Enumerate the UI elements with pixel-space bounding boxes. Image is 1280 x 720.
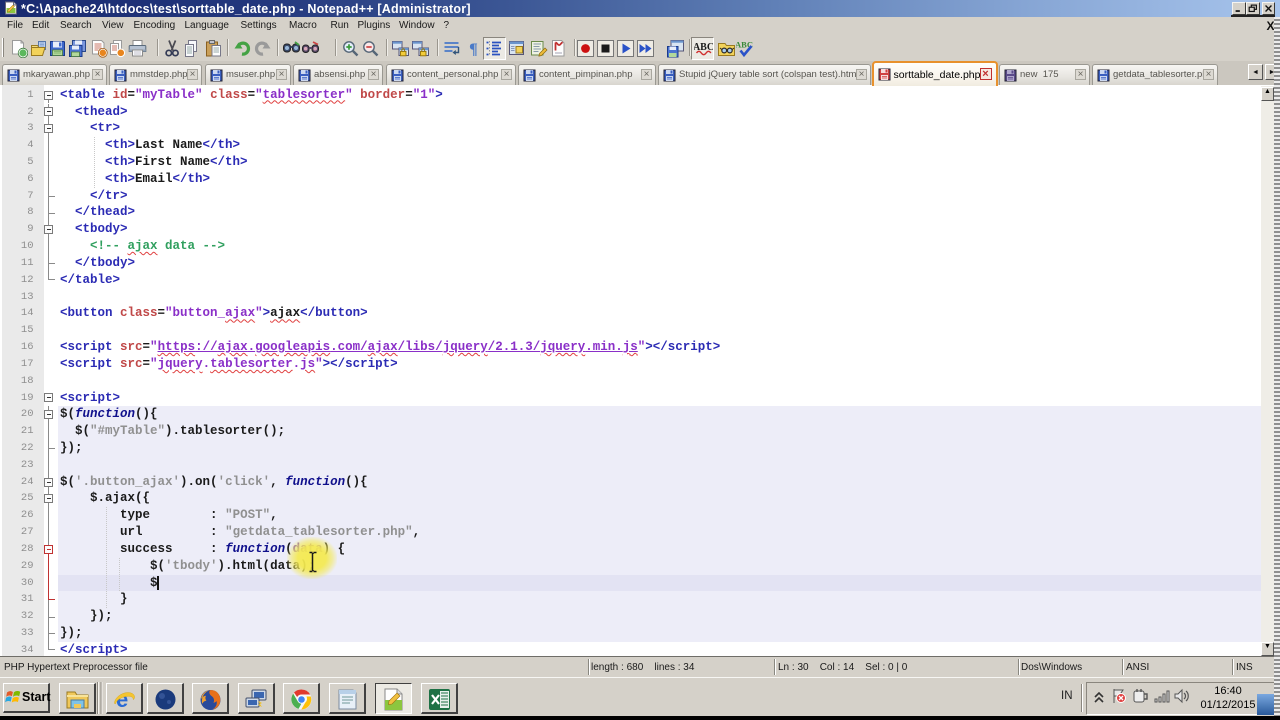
svg-text:¶: ¶: [469, 41, 478, 58]
